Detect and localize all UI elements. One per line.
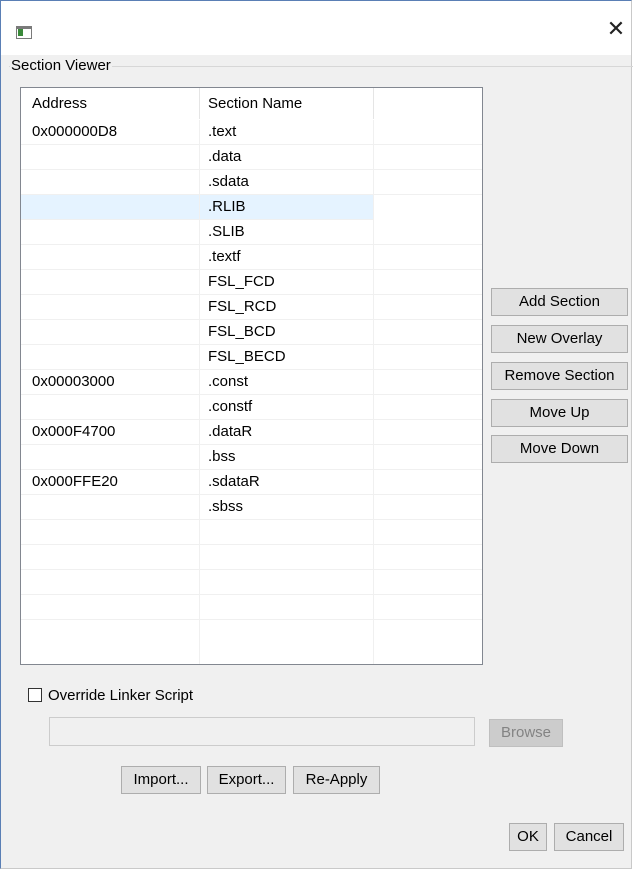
add-section-button[interactable]: Add Section	[491, 288, 628, 316]
move-down-button[interactable]: Move Down	[491, 435, 628, 463]
address-cell: 0x000F4700	[32, 423, 116, 440]
section-name-cell: .SLIB	[208, 223, 245, 240]
table-row[interactable]: .SLIB	[21, 220, 482, 245]
section-name-cell	[208, 545, 388, 569]
move-up-button[interactable]: Move Up	[491, 399, 628, 427]
section-name-cell: .dataR	[208, 423, 253, 440]
override-linker-row[interactable]: Override Linker Script	[28, 685, 193, 705]
address-cell	[32, 395, 192, 419]
export-button[interactable]: Export...	[207, 766, 286, 794]
address-cell: 0x000FFE20	[32, 473, 118, 490]
browse-button[interactable]: Browse	[489, 719, 563, 747]
section-name-cell: .text	[208, 123, 237, 140]
table-row[interactable]: .RLIB	[21, 195, 373, 220]
table-row[interactable]: .constf	[21, 395, 482, 420]
section-viewer-title: Section Viewer	[10, 57, 112, 74]
table-row[interactable]: 0x000000D8 .text	[21, 120, 482, 145]
import-button[interactable]: Import...	[121, 766, 201, 794]
address-cell	[32, 345, 192, 369]
table-row[interactable]	[21, 570, 482, 595]
dialog-window: ✕ Section Viewer Address Section Name 0x…	[0, 0, 633, 869]
column-grid-line	[199, 120, 200, 664]
table-row[interactable]: FSL_BECD	[21, 345, 482, 370]
reapply-button[interactable]: Re-Apply	[293, 766, 380, 794]
table-row[interactable]	[21, 595, 482, 620]
app-icon	[16, 26, 32, 39]
address-cell	[32, 595, 192, 619]
address-cell: 0x000000D8	[32, 123, 118, 140]
address-cell	[32, 220, 192, 244]
table-row[interactable]: .data	[21, 145, 482, 170]
override-linker-label: Override Linker Script	[48, 686, 194, 704]
section-name-cell: .const	[208, 373, 249, 390]
cancel-button[interactable]: Cancel	[554, 823, 624, 851]
table-header: Address Section Name	[21, 88, 482, 120]
table-row[interactable]: FSL_BCD	[21, 320, 482, 345]
section-name-cell: FSL_RCD	[208, 298, 277, 315]
override-linker-checkbox[interactable]	[28, 688, 42, 702]
title-bar: ✕	[1, 1, 631, 55]
section-name-cell: FSL_BECD	[208, 348, 286, 365]
address-cell	[32, 545, 192, 569]
table-row[interactable]: FSL_FCD	[21, 270, 482, 295]
linker-script-path-input[interactable]	[49, 717, 475, 746]
ok-button[interactable]: OK	[509, 823, 547, 851]
table-row[interactable]: .sbss	[21, 495, 482, 520]
section-name-cell: .sdataR	[208, 473, 260, 490]
close-icon[interactable]: ✕	[605, 16, 627, 42]
section-table[interactable]: Address Section Name 0x000000D8 .text .dat…	[20, 87, 483, 665]
section-name-cell: .bss	[208, 448, 236, 465]
table-row[interactable]	[21, 520, 482, 545]
section-name-cell	[208, 520, 388, 544]
table-row[interactable]: .bss	[21, 445, 482, 470]
section-name-cell	[208, 595, 388, 619]
column-header-section-name[interactable]: Section Name	[208, 88, 388, 120]
address-cell: 0x00003000	[32, 373, 115, 390]
remove-section-button[interactable]: Remove Section	[491, 362, 628, 390]
address-cell	[32, 495, 192, 519]
table-row[interactable]: .sdata	[21, 170, 482, 195]
section-name-cell: .sbss	[208, 498, 244, 515]
column-header-address[interactable]: Address	[32, 88, 192, 120]
table-row[interactable]: 0x00003000 .const	[21, 370, 482, 395]
section-name-cell: .data	[208, 148, 242, 165]
section-name-cell: FSL_BCD	[208, 323, 276, 340]
column-grid-line	[373, 120, 374, 664]
address-cell	[32, 320, 192, 344]
section-name-cell: .constf	[208, 398, 253, 415]
table-row[interactable]: 0x000FFE20 .sdataR	[21, 470, 482, 495]
address-cell	[32, 570, 192, 594]
section-name-cell: .textf	[208, 248, 241, 265]
table-row[interactable]: 0x000F4700 .dataR	[21, 420, 482, 445]
address-cell	[32, 445, 192, 469]
address-cell	[32, 145, 192, 169]
address-cell	[32, 520, 192, 544]
address-cell	[32, 245, 192, 269]
address-cell	[32, 170, 192, 194]
table-row[interactable]	[21, 545, 482, 570]
new-overlay-button[interactable]: New Overlay	[491, 325, 628, 353]
column-divider[interactable]	[199, 88, 200, 119]
address-cell	[32, 270, 192, 294]
section-name-cell: .sdata	[208, 173, 249, 190]
address-cell	[32, 295, 192, 319]
section-name-cell: .RLIB	[208, 198, 246, 215]
address-cell	[32, 195, 192, 219]
column-divider[interactable]	[373, 88, 374, 119]
table-row[interactable]: .textf	[21, 245, 482, 270]
section-name-cell: FSL_FCD	[208, 273, 275, 290]
table-row[interactable]: FSL_RCD	[21, 295, 482, 320]
section-name-cell	[208, 570, 388, 594]
